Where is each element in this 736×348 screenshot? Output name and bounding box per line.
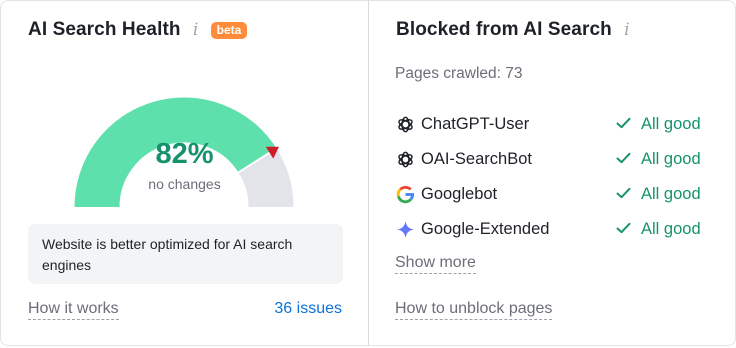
bot-row: Googlebot All good xyxy=(395,182,713,206)
status-label: All good xyxy=(641,184,701,203)
check-icon xyxy=(616,185,631,204)
ai-search-health-card: AI Search Health i beta 82% no changes W… xyxy=(0,0,369,346)
health-title: AI Search Health xyxy=(28,19,181,40)
bot-row: OAI-SearchBot All good xyxy=(395,147,713,171)
health-score: 82% xyxy=(155,138,214,170)
health-change: no changes xyxy=(148,176,221,192)
bot-name: OAI-SearchBot xyxy=(421,149,532,168)
unblock-pages-link[interactable]: How to unblock pages xyxy=(395,300,553,320)
pages-crawled: Pages crawled: 73 xyxy=(395,65,523,82)
status-label: All good xyxy=(641,149,701,168)
bot-row: ChatGPT-User All good xyxy=(395,112,713,136)
health-note: Website is better optimized for AI searc… xyxy=(28,224,343,284)
show-more-link[interactable]: Show more xyxy=(395,254,476,274)
bot-name: Googlebot xyxy=(421,184,498,203)
widgets-container: AI Search Health i beta 82% no changes W… xyxy=(0,0,736,348)
bot-name: ChatGPT-User xyxy=(421,114,530,133)
beta-badge: beta xyxy=(210,21,248,39)
openai-icon xyxy=(395,149,415,169)
bot-status: All good xyxy=(616,185,713,204)
check-icon xyxy=(616,115,631,134)
bot-name: Google-Extended xyxy=(421,219,550,238)
openai-icon xyxy=(395,114,415,134)
google-icon xyxy=(395,184,415,204)
check-icon xyxy=(616,150,631,169)
blocked-from-ai-card: Blocked from AI Search i Pages crawled: … xyxy=(368,0,736,346)
bot-row: Google-Extended All good xyxy=(395,217,713,241)
info-icon[interactable]: i xyxy=(191,20,201,40)
health-header: AI Search Health i beta xyxy=(28,19,248,41)
blocked-title: Blocked from AI Search xyxy=(396,19,612,40)
check-icon xyxy=(616,220,631,239)
status-label: All good xyxy=(641,114,701,133)
blocked-header: Blocked from AI Search i xyxy=(396,19,632,41)
bot-status: All good xyxy=(616,150,713,169)
bot-status: All good xyxy=(616,115,713,134)
gemini-sparkle-icon xyxy=(395,219,415,239)
how-it-works-link[interactable]: How it works xyxy=(28,300,119,320)
issues-link[interactable]: 36 issues xyxy=(274,300,342,318)
status-label: All good xyxy=(641,219,701,238)
bot-status: All good xyxy=(616,220,713,239)
info-icon[interactable]: i xyxy=(622,20,632,40)
